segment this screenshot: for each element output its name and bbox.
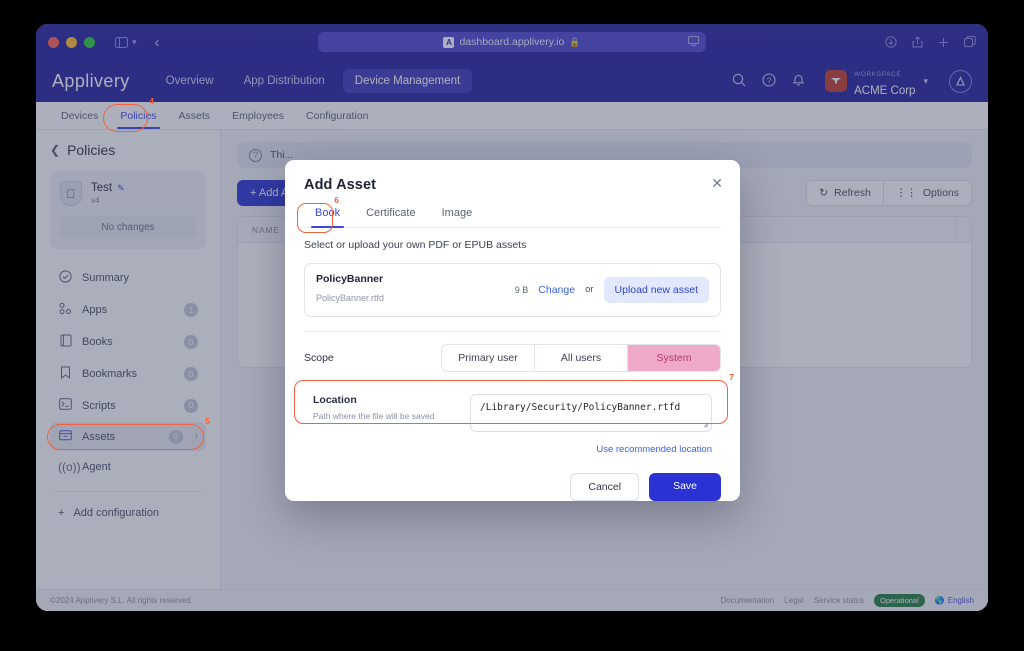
asset-name: PolicyBanner <box>316 273 384 285</box>
scope-option-primary-user[interactable]: Primary user <box>442 344 535 371</box>
scope-row: Scope Primary user All users System <box>304 343 721 372</box>
change-asset-button[interactable]: Change <box>538 284 575 296</box>
modal-tab-book[interactable]: Book <box>304 207 351 228</box>
modal-divider <box>304 330 721 332</box>
close-icon[interactable]: ✕ <box>711 176 723 190</box>
use-recommended-location-link[interactable]: Use recommended location <box>304 444 721 455</box>
modal-tab-certificate[interactable]: Certificate <box>355 207 427 227</box>
location-label: Location <box>313 393 357 406</box>
selected-asset-row: PolicyBanner PolicyBanner.rtfd 9 B Chang… <box>304 263 721 317</box>
or-label: or <box>585 284 594 296</box>
asset-filename: PolicyBanner.rtfd <box>316 293 385 304</box>
location-input[interactable]: /Library/Security/PolicyBanner.rtfd ◢ <box>470 393 712 432</box>
modal-description: Select or upload your own PDF or EPUB as… <box>304 239 527 251</box>
modal-footer: Cancel Save <box>304 472 721 501</box>
resize-grip-icon[interactable]: ◢ <box>703 420 708 429</box>
location-field: Location Path where the file will be sav… <box>304 386 721 440</box>
scope-label: Scope <box>304 351 334 364</box>
location-input-value: /Library/Security/PolicyBanner.rtfd <box>480 401 681 413</box>
modal-tab-image[interactable]: Image <box>431 207 484 227</box>
save-button[interactable]: Save <box>649 472 721 501</box>
location-hint: Path where the file will be saved <box>313 410 435 421</box>
asset-size: 9 B <box>514 284 529 295</box>
scope-segmented-control: Primary user All users System <box>441 343 721 372</box>
scope-option-all-users[interactable]: All users <box>535 344 628 371</box>
modal-tabs: Book Certificate Image <box>304 207 721 228</box>
upload-new-asset-button[interactable]: Upload new asset <box>603 276 709 303</box>
scope-option-system[interactable]: System <box>628 344 720 371</box>
add-asset-modal: Add Asset ✕ Book Certificate Image Selec… <box>285 160 740 501</box>
modal-title: Add Asset <box>304 177 377 193</box>
cancel-button[interactable]: Cancel <box>570 472 640 501</box>
